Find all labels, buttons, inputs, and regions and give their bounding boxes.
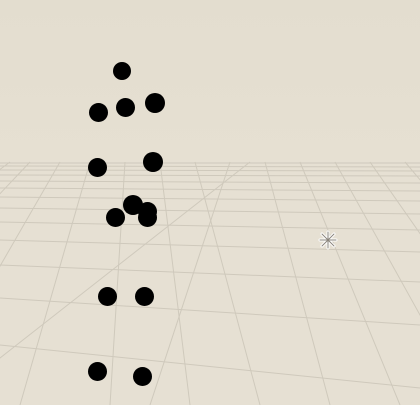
ground-grid xyxy=(0,160,420,405)
point-marker xyxy=(143,152,163,172)
point-marker xyxy=(135,287,154,306)
3d-viewport[interactable] xyxy=(0,0,420,405)
crosshair-cursor-icon xyxy=(318,230,338,250)
point-marker xyxy=(98,287,117,306)
point-marker xyxy=(88,362,107,381)
point-marker xyxy=(133,367,152,386)
point-marker xyxy=(89,103,108,122)
point-marker xyxy=(113,62,131,80)
point-marker xyxy=(138,208,157,227)
point-marker xyxy=(145,93,165,113)
point-marker xyxy=(106,208,125,227)
point-marker xyxy=(88,158,107,177)
point-marker xyxy=(116,98,135,117)
